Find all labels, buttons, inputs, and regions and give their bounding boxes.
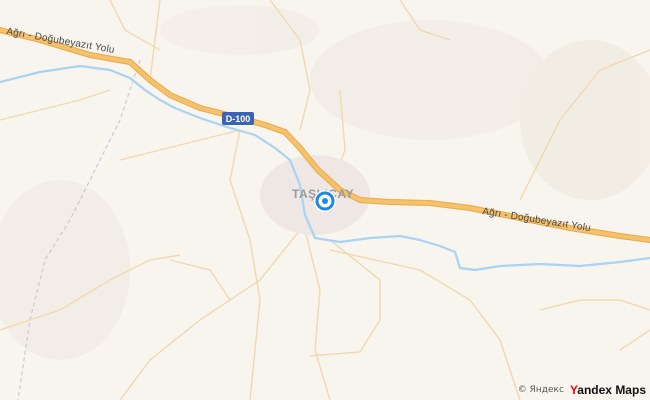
brand-rest: andex Maps xyxy=(577,383,646,397)
copyright-text[interactable]: © Яндекс xyxy=(518,385,564,395)
map-attribution: © Яндекс Yandex Maps xyxy=(518,383,646,397)
svg-text:D-100: D-100 xyxy=(226,114,251,124)
road-label-nw: Ağrı - Doğubeyazıt Yolu xyxy=(5,26,115,56)
map-viewport[interactable]: Ağrı - Doğubeyazıt Yolu Ağrı - Doğubeyaz… xyxy=(0,0,650,400)
yandex-maps-logo[interactable]: Yandex Maps xyxy=(570,383,646,397)
current-location-icon[interactable] xyxy=(314,190,336,212)
map-canvas: Ağrı - Doğubeyazıt Yolu Ağrı - Doğubeyaz… xyxy=(0,0,650,400)
route-shield-d100: D-100 xyxy=(222,112,254,125)
road-label-east: Ağrı - Doğubeyazıt Yolu xyxy=(482,206,592,234)
